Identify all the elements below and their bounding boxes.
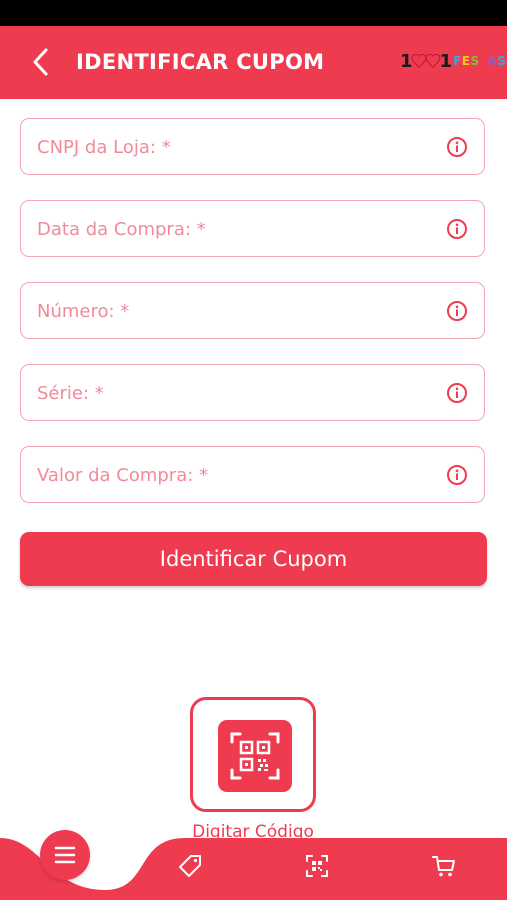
info-icon[interactable] [446,218,468,240]
qr-code-tile [218,720,292,792]
info-icon[interactable] [446,136,468,158]
purchase-date-field [20,200,485,257]
logo-heart-icon [425,54,440,69]
identify-coupon-button[interactable]: Identificar Cupom [20,532,487,586]
status-bar [0,0,507,26]
cnpj-input[interactable] [35,119,439,175]
info-icon[interactable] [446,464,468,486]
purchase-date-input[interactable] [35,201,439,257]
page-title: IDENTIFICAR CUPOM [76,50,325,74]
app-header: IDENTIFICAR CUPOM 1 1 FESTAS [0,26,507,99]
purchase-value-input[interactable] [35,447,439,503]
enter-code-button[interactable] [190,697,316,812]
series-input[interactable] [35,365,439,421]
logo-number: 1 [439,50,452,72]
logo-word: FESTAS [453,54,507,68]
chevron-left-icon [33,48,48,76]
number-field [20,282,485,339]
menu-icon [54,846,76,864]
menu-button[interactable] [40,830,90,880]
info-icon[interactable] [446,382,468,404]
purchase-value-field [20,446,485,503]
brand-logo: 1 1 FESTAS [400,48,506,74]
back-button[interactable] [26,46,58,78]
info-icon[interactable] [446,300,468,322]
qr-code-icon [230,732,280,780]
series-field [20,364,485,421]
tag-icon[interactable] [176,852,204,880]
cnpj-field [20,118,485,175]
number-input[interactable] [35,283,439,339]
qr-scan-icon[interactable] [303,852,331,880]
cart-icon[interactable] [430,852,458,880]
